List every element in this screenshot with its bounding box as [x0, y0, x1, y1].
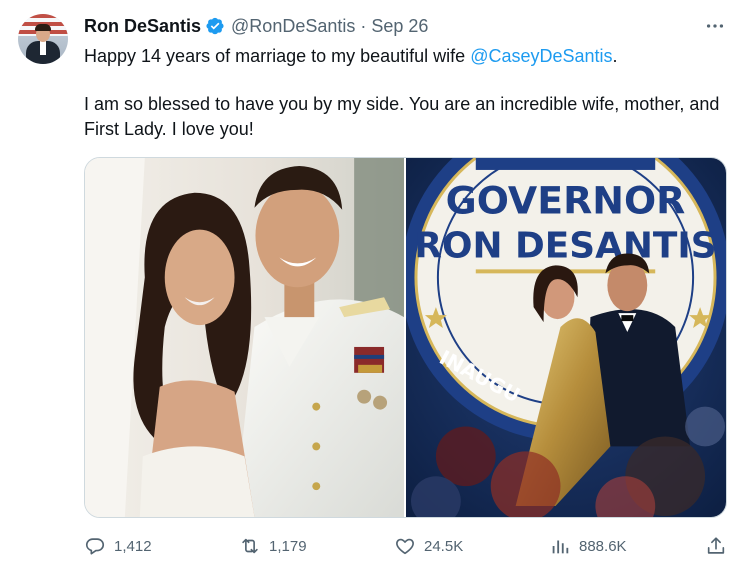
- tweet-text-line1-end: .: [612, 46, 618, 66]
- more-options-icon[interactable]: [703, 16, 727, 36]
- separator-dot: ·: [360, 15, 367, 36]
- mention-link[interactable]: @CaseyDeSantis: [470, 46, 612, 66]
- tweet-text-line1: Happy 14 years of marriage to my beautif…: [84, 46, 471, 66]
- verified-badge-icon[interactable]: [205, 16, 225, 36]
- tweet-text: Happy 14 years of marriage to my beautif…: [84, 44, 734, 142]
- avatar[interactable]: [18, 14, 68, 64]
- retweet-count: 1,179: [269, 537, 307, 555]
- reply-count: 1,412: [114, 537, 152, 555]
- tweet-paragraph-2: I am so blessed to have you by my side. …: [84, 94, 720, 139]
- avatar-shirt: [40, 41, 46, 55]
- heart-icon: [396, 538, 414, 555]
- share-icon: [707, 537, 725, 554]
- tweet-actions: 1,412 1,179 24.5K 888.6K: [84, 532, 727, 560]
- media-grid: GOVERNOR RON DESANTIS INAUGU: [84, 157, 727, 518]
- tweet-paragraph-1: Happy 14 years of marriage to my beautif…: [84, 44, 734, 69]
- views-button[interactable]: 888.6K: [549, 532, 627, 560]
- share-button[interactable]: [705, 532, 727, 560]
- tweet[interactable]: Ron DeSantis @RonDeSantis · Sep 26 Happy…: [0, 0, 747, 575]
- views-count: 888.6K: [579, 537, 627, 555]
- tweet-date[interactable]: Sep 26: [371, 16, 428, 37]
- display-name[interactable]: Ron DeSantis: [84, 16, 201, 37]
- reply-icon: [85, 538, 105, 555]
- sign-title: GOVERNOR: [446, 179, 686, 223]
- tweet-header: Ron DeSantis @RonDeSantis · Sep 26: [84, 14, 727, 38]
- retweet-icon: [242, 538, 258, 554]
- user-handle[interactable]: @RonDeSantis: [231, 16, 355, 37]
- like-count: 24.5K: [424, 537, 464, 555]
- inaugural-ball-photo[interactable]: GOVERNOR RON DESANTIS INAUGU: [406, 158, 726, 517]
- wedding-photo[interactable]: [85, 158, 404, 517]
- reply-button[interactable]: 1,412: [84, 532, 152, 560]
- views-bar-chart-icon: [552, 540, 569, 554]
- sign-name: RON DESANTIS: [414, 225, 716, 266]
- avatar-hair: [35, 24, 51, 31]
- retweet-button[interactable]: 1,179: [239, 532, 307, 560]
- like-button[interactable]: 24.5K: [394, 532, 463, 560]
